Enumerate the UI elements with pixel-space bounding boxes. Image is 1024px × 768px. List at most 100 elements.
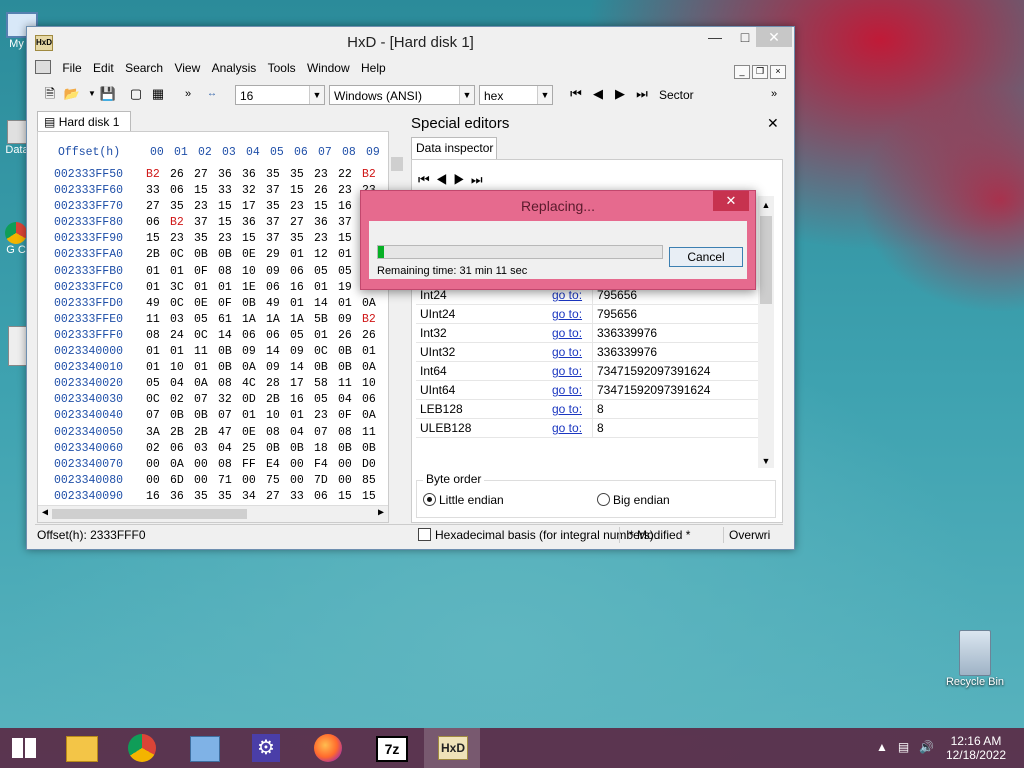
hex-byte[interactable]: 33 bbox=[146, 184, 170, 197]
hex-byte[interactable]: 00 bbox=[290, 458, 314, 471]
hex-row[interactable]: 0023340090 16 36 35 35 34 27 33 06 15 15 bbox=[54, 490, 386, 506]
scroll-left-icon[interactable]: ◀ bbox=[38, 506, 52, 522]
chevron-down-icon[interactable]: ▼ bbox=[537, 86, 552, 104]
inspector-row[interactable]: Int64 go to: 73471592097391624 bbox=[416, 361, 758, 381]
hex-byte[interactable]: 28 bbox=[266, 377, 290, 390]
hex-byte[interactable]: 0E bbox=[242, 426, 266, 439]
disk-icon[interactable]: ▢ bbox=[127, 85, 145, 103]
hex-byte[interactable]: 14 bbox=[314, 297, 338, 310]
hex-byte[interactable]: 35 bbox=[266, 200, 290, 213]
hex-byte[interactable]: 0C bbox=[146, 393, 170, 406]
hex-byte[interactable]: 15 bbox=[146, 232, 170, 245]
hex-byte[interactable]: 07 bbox=[194, 393, 218, 406]
hex-byte[interactable]: 16 bbox=[146, 490, 170, 503]
chevron-down-icon[interactable]: ▼ bbox=[459, 86, 474, 104]
next-sector-icon[interactable]: ▶ bbox=[611, 85, 629, 103]
last-sector-icon[interactable]: ⏭ bbox=[633, 85, 651, 103]
hex-byte[interactable]: 10 bbox=[266, 409, 290, 422]
horizontal-scrollbar[interactable]: ◀ ▶ bbox=[38, 505, 388, 522]
hex-byte[interactable]: 00 bbox=[338, 458, 362, 471]
hex-byte[interactable]: 0B bbox=[218, 361, 242, 374]
hex-byte[interactable]: 26 bbox=[170, 168, 194, 181]
hex-byte[interactable]: 09 bbox=[338, 313, 362, 326]
hex-byte[interactable]: 01 bbox=[194, 361, 218, 374]
hex-byte[interactable]: 23 bbox=[338, 184, 362, 197]
hex-row[interactable]: 0023340060 02 06 03 04 25 0B 0B 18 0B 0B bbox=[54, 442, 386, 458]
hex-byte[interactable]: 23 bbox=[290, 200, 314, 213]
desktop-icon-hxd[interactable] bbox=[8, 326, 28, 366]
hex-row[interactable]: 0023340000 01 01 11 0B 09 14 09 0C 0B 01 bbox=[54, 345, 386, 361]
hex-byte[interactable]: 5B bbox=[314, 313, 338, 326]
hex-byte[interactable]: 11 bbox=[146, 313, 170, 326]
inspector-value[interactable]: 73471592097391624 bbox=[592, 361, 758, 381]
menu-window[interactable]: Window bbox=[303, 59, 354, 77]
hex-row[interactable]: 002333FFA0 2B 0C 0B 0B 0E 29 01 12 01 bbox=[54, 248, 386, 264]
scrollbar-thumb[interactable] bbox=[52, 509, 247, 519]
hex-byte[interactable]: 09 bbox=[266, 265, 290, 278]
scrollbar-thumb[interactable] bbox=[391, 157, 403, 171]
hex-row[interactable]: 002333FFE0 11 03 05 61 1A 1A 1A 5B 09 B2 bbox=[54, 313, 386, 329]
hex-row[interactable]: 002333FF50 B2 26 27 36 36 35 35 23 22 B2 bbox=[54, 168, 386, 184]
inspector-value[interactable]: 336339976 bbox=[592, 342, 758, 362]
doc-menu-icon[interactable] bbox=[35, 60, 51, 74]
hex-row[interactable]: 002333FF6033061533323715262323 bbox=[54, 184, 386, 200]
hex-byte[interactable]: 04 bbox=[218, 442, 242, 455]
hex-byte[interactable]: B2 bbox=[146, 168, 170, 181]
maximize-button[interactable]: □ bbox=[732, 27, 758, 47]
hex-byte[interactable]: 06 bbox=[266, 281, 290, 294]
hex-byte[interactable]: 15 bbox=[338, 232, 362, 245]
hex-byte[interactable]: 0B bbox=[314, 361, 338, 374]
inspector-value[interactable]: 795656 bbox=[592, 304, 758, 324]
hex-byte[interactable]: 0B bbox=[170, 409, 194, 422]
hex-byte[interactable]: 07 bbox=[218, 409, 242, 422]
taskbar-chrome[interactable] bbox=[114, 728, 170, 768]
hex-byte[interactable]: 47 bbox=[218, 426, 242, 439]
taskbar-file-explorer[interactable] bbox=[52, 728, 108, 768]
hex-row[interactable]: 002333FF90 15 23 35 23 15 37 35 23 15 bbox=[54, 232, 386, 248]
hex-row[interactable]: 002333FFF0 08 24 0C 14 06 06 05 01 26 26 bbox=[54, 329, 386, 345]
hex-byte[interactable]: 08 bbox=[218, 265, 242, 278]
hex-byte[interactable]: 09 bbox=[266, 361, 290, 374]
hex-byte[interactable]: 0B bbox=[194, 409, 218, 422]
hex-byte[interactable]: 09 bbox=[290, 345, 314, 358]
hex-byte[interactable]: 0E bbox=[242, 248, 266, 261]
hex-byte[interactable]: 2B bbox=[266, 393, 290, 406]
hex-byte[interactable]: E4 bbox=[266, 458, 290, 471]
hex-byte[interactable]: 23 bbox=[170, 232, 194, 245]
hex-byte[interactable]: 1A bbox=[290, 313, 314, 326]
hex-byte[interactable]: 01 bbox=[314, 281, 338, 294]
hex-byte[interactable]: 0A bbox=[194, 377, 218, 390]
hex-byte[interactable]: 05 bbox=[194, 313, 218, 326]
hex-byte[interactable]: 0F bbox=[194, 265, 218, 278]
hex-byte[interactable]: 19 bbox=[338, 281, 362, 294]
hex-byte[interactable]: 06 bbox=[266, 329, 290, 342]
goto-link[interactable]: go to: bbox=[548, 399, 593, 419]
hex-byte[interactable]: 01 bbox=[170, 265, 194, 278]
hex-byte[interactable]: 0B bbox=[218, 345, 242, 358]
hex-byte[interactable]: 01 bbox=[290, 409, 314, 422]
hex-byte[interactable]: B2 bbox=[362, 313, 386, 326]
hex-byte[interactable]: 15 bbox=[314, 200, 338, 213]
hex-byte[interactable]: 00 bbox=[146, 474, 170, 487]
taskbar-firefox[interactable] bbox=[300, 728, 356, 768]
hex-byte[interactable]: 17 bbox=[290, 377, 314, 390]
hex-byte[interactable]: 14 bbox=[218, 329, 242, 342]
hex-byte[interactable]: 35 bbox=[194, 232, 218, 245]
hex-byte[interactable]: B2 bbox=[362, 168, 386, 181]
hex-byte[interactable]: 01 bbox=[338, 248, 362, 261]
taskbar-control-panel[interactable] bbox=[176, 728, 232, 768]
menu-view[interactable]: View bbox=[170, 59, 204, 77]
hex-byte[interactable]: 49 bbox=[266, 297, 290, 310]
scrollbar-thumb[interactable] bbox=[760, 216, 772, 304]
hex-byte[interactable]: 1E bbox=[242, 281, 266, 294]
hex-byte[interactable]: 0E bbox=[194, 297, 218, 310]
hex-byte[interactable]: 32 bbox=[242, 184, 266, 197]
hex-byte[interactable]: 35 bbox=[194, 490, 218, 503]
hex-byte[interactable]: 33 bbox=[218, 184, 242, 197]
hex-byte[interactable]: 27 bbox=[290, 216, 314, 229]
hex-byte[interactable]: FF bbox=[242, 458, 266, 471]
first-icon[interactable]: ⏮ bbox=[418, 172, 436, 187]
scroll-up-icon[interactable]: ▲ bbox=[758, 200, 774, 210]
hex-byte[interactable]: 16 bbox=[290, 281, 314, 294]
goto-link[interactable]: go to: bbox=[548, 418, 593, 438]
